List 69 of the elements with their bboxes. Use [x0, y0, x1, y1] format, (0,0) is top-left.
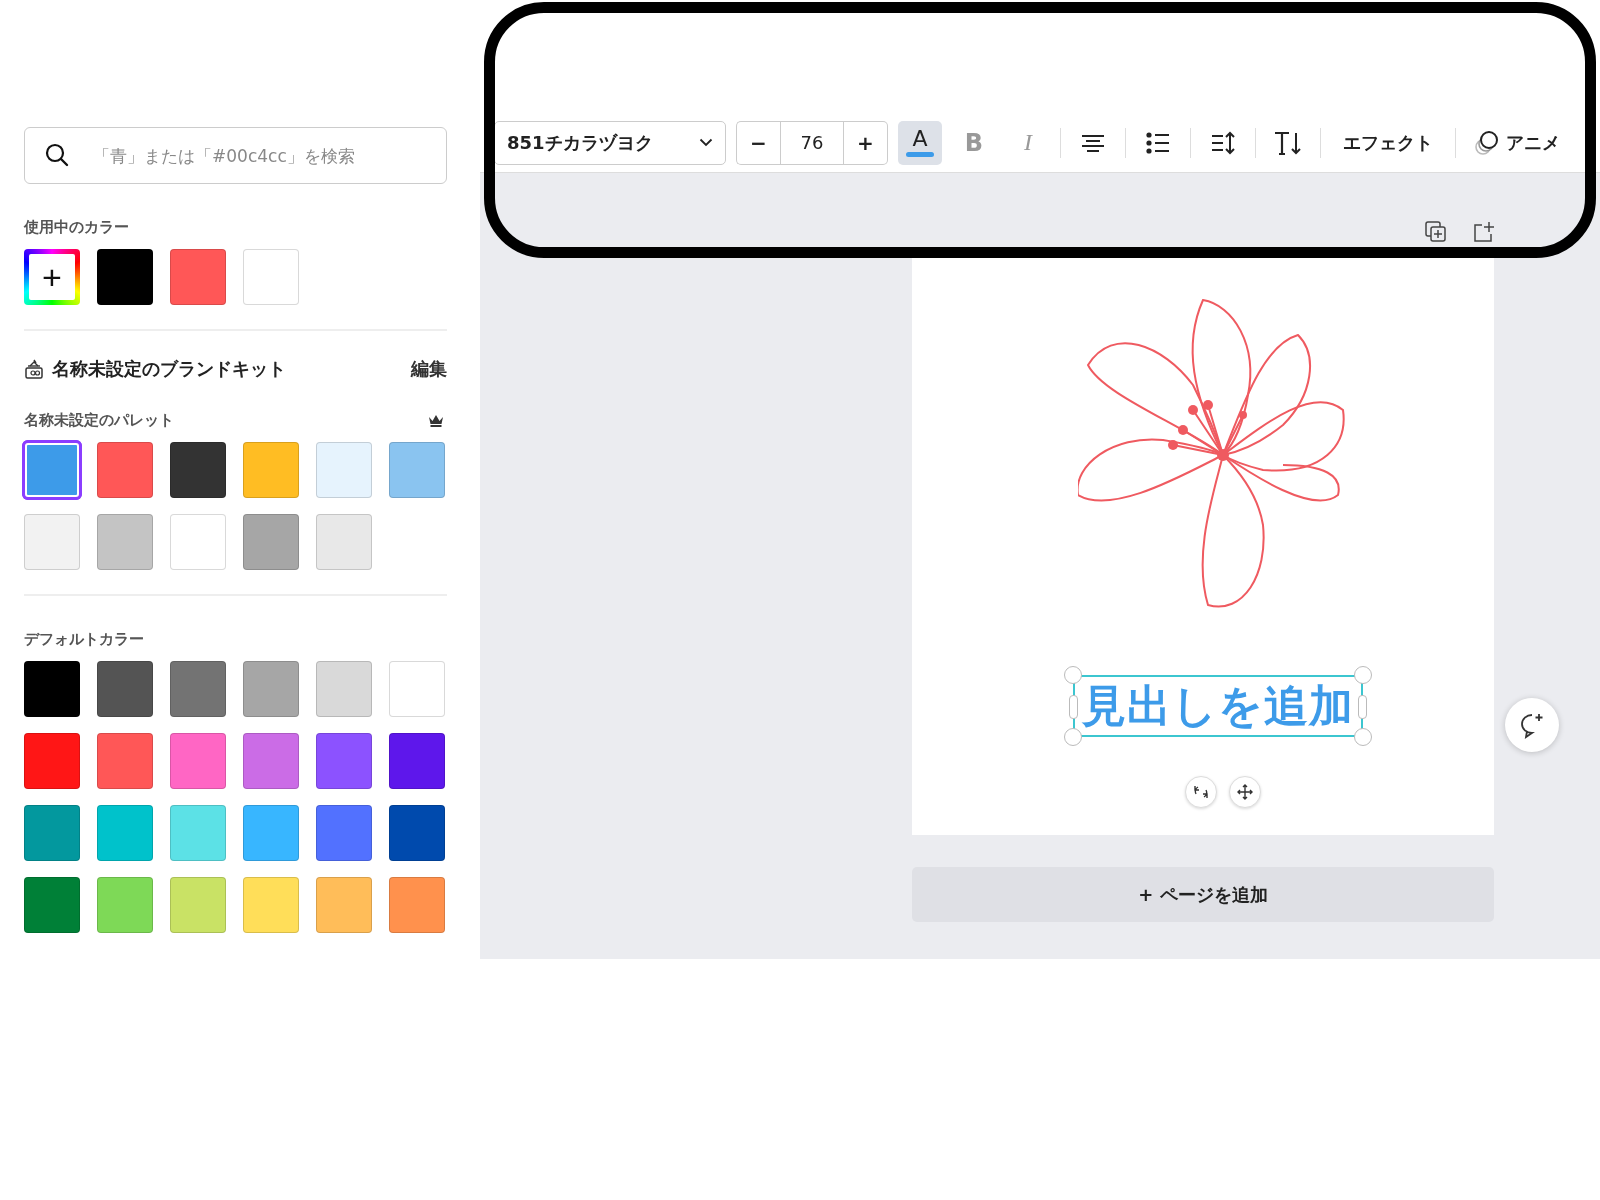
add-comment-button[interactable] [1505, 698, 1559, 752]
color-swatch[interactable] [316, 514, 372, 570]
resize-handle[interactable] [1354, 728, 1372, 746]
rotate-icon[interactable] [1185, 776, 1217, 808]
circles-icon [1474, 129, 1500, 156]
color-swatch[interactable] [243, 733, 299, 789]
color-swatch[interactable] [170, 661, 226, 717]
crown-icon [428, 414, 444, 427]
color-swatch[interactable] [316, 733, 372, 789]
color-swatch[interactable] [170, 877, 226, 933]
color-swatch[interactable] [24, 514, 80, 570]
color-swatch[interactable] [316, 661, 372, 717]
color-swatch[interactable] [170, 805, 226, 861]
color-swatch[interactable] [316, 805, 372, 861]
brand-kit-icon [24, 358, 44, 380]
resize-handle[interactable] [1358, 695, 1367, 719]
effects-button[interactable]: エフェクト [1331, 120, 1445, 165]
color-swatch[interactable] [389, 442, 445, 498]
search-icon [44, 142, 70, 168]
color-swatch[interactable] [170, 514, 226, 570]
color-swatch[interactable] [316, 877, 372, 933]
color-swatch[interactable] [97, 442, 153, 498]
edit-link[interactable]: 編集 [411, 357, 447, 381]
font-dropdown[interactable]: 851チカラヅヨク [494, 120, 726, 165]
color-swatch[interactable] [389, 805, 445, 861]
color-swatch[interactable] [170, 249, 226, 305]
color-swatch[interactable] [97, 733, 153, 789]
add-page-icon[interactable] [1473, 221, 1495, 243]
resize-handle[interactable] [1069, 695, 1078, 719]
color-swatch[interactable] [389, 733, 445, 789]
color-swatch[interactable] [170, 733, 226, 789]
color-swatch[interactable] [97, 249, 153, 305]
color-swatch[interactable] [316, 442, 372, 498]
color-swatch[interactable] [170, 442, 226, 498]
section-title: デフォルトカラー [24, 630, 145, 649]
color-swatch[interactable] [243, 249, 299, 305]
text-color-button[interactable]: A [898, 120, 942, 165]
duplicate-page-icon[interactable] [1425, 221, 1447, 243]
add-page-button[interactable]: + ページを追加 [912, 867, 1494, 922]
color-swatch[interactable] [243, 805, 299, 861]
color-swatch[interactable] [97, 661, 153, 717]
resize-handle[interactable] [1354, 666, 1372, 684]
color-swatch[interactable] [243, 514, 299, 570]
add-comment-icon [1518, 711, 1546, 739]
move-icon[interactable] [1229, 776, 1261, 808]
color-swatch[interactable] [97, 877, 153, 933]
brand-kit-title: 名称未設定のブランドキット [52, 357, 287, 381]
increase-size-button[interactable]: + [844, 120, 888, 165]
color-swatch[interactable] [97, 514, 153, 570]
font-size-field[interactable]: 76 [780, 120, 844, 165]
chevron-down-icon [699, 138, 713, 147]
resize-handle[interactable] [1064, 728, 1082, 746]
color-swatch[interactable] [24, 805, 80, 861]
color-swatch[interactable] [24, 733, 80, 789]
color-swatch[interactable] [24, 661, 80, 717]
palette-title: 名称未設定のパレット [24, 411, 174, 430]
section-title: 使用中のカラー [24, 218, 130, 237]
color-swatch[interactable] [389, 877, 445, 933]
animate-button[interactable]: アニメ [1466, 120, 1560, 165]
decrease-size-button[interactable]: − [736, 120, 780, 165]
color-swatch[interactable] [389, 661, 445, 717]
search-field[interactable]: 「青」または「#00c4cc」を検索 [24, 127, 447, 184]
color-swatch[interactable] [243, 877, 299, 933]
color-swatch[interactable] [24, 877, 80, 933]
color-swatch[interactable] [97, 805, 153, 861]
color-swatch[interactable] [243, 661, 299, 717]
add-color-button[interactable]: + [24, 249, 80, 305]
resize-handle[interactable] [1064, 666, 1082, 684]
color-swatch[interactable] [243, 442, 299, 498]
